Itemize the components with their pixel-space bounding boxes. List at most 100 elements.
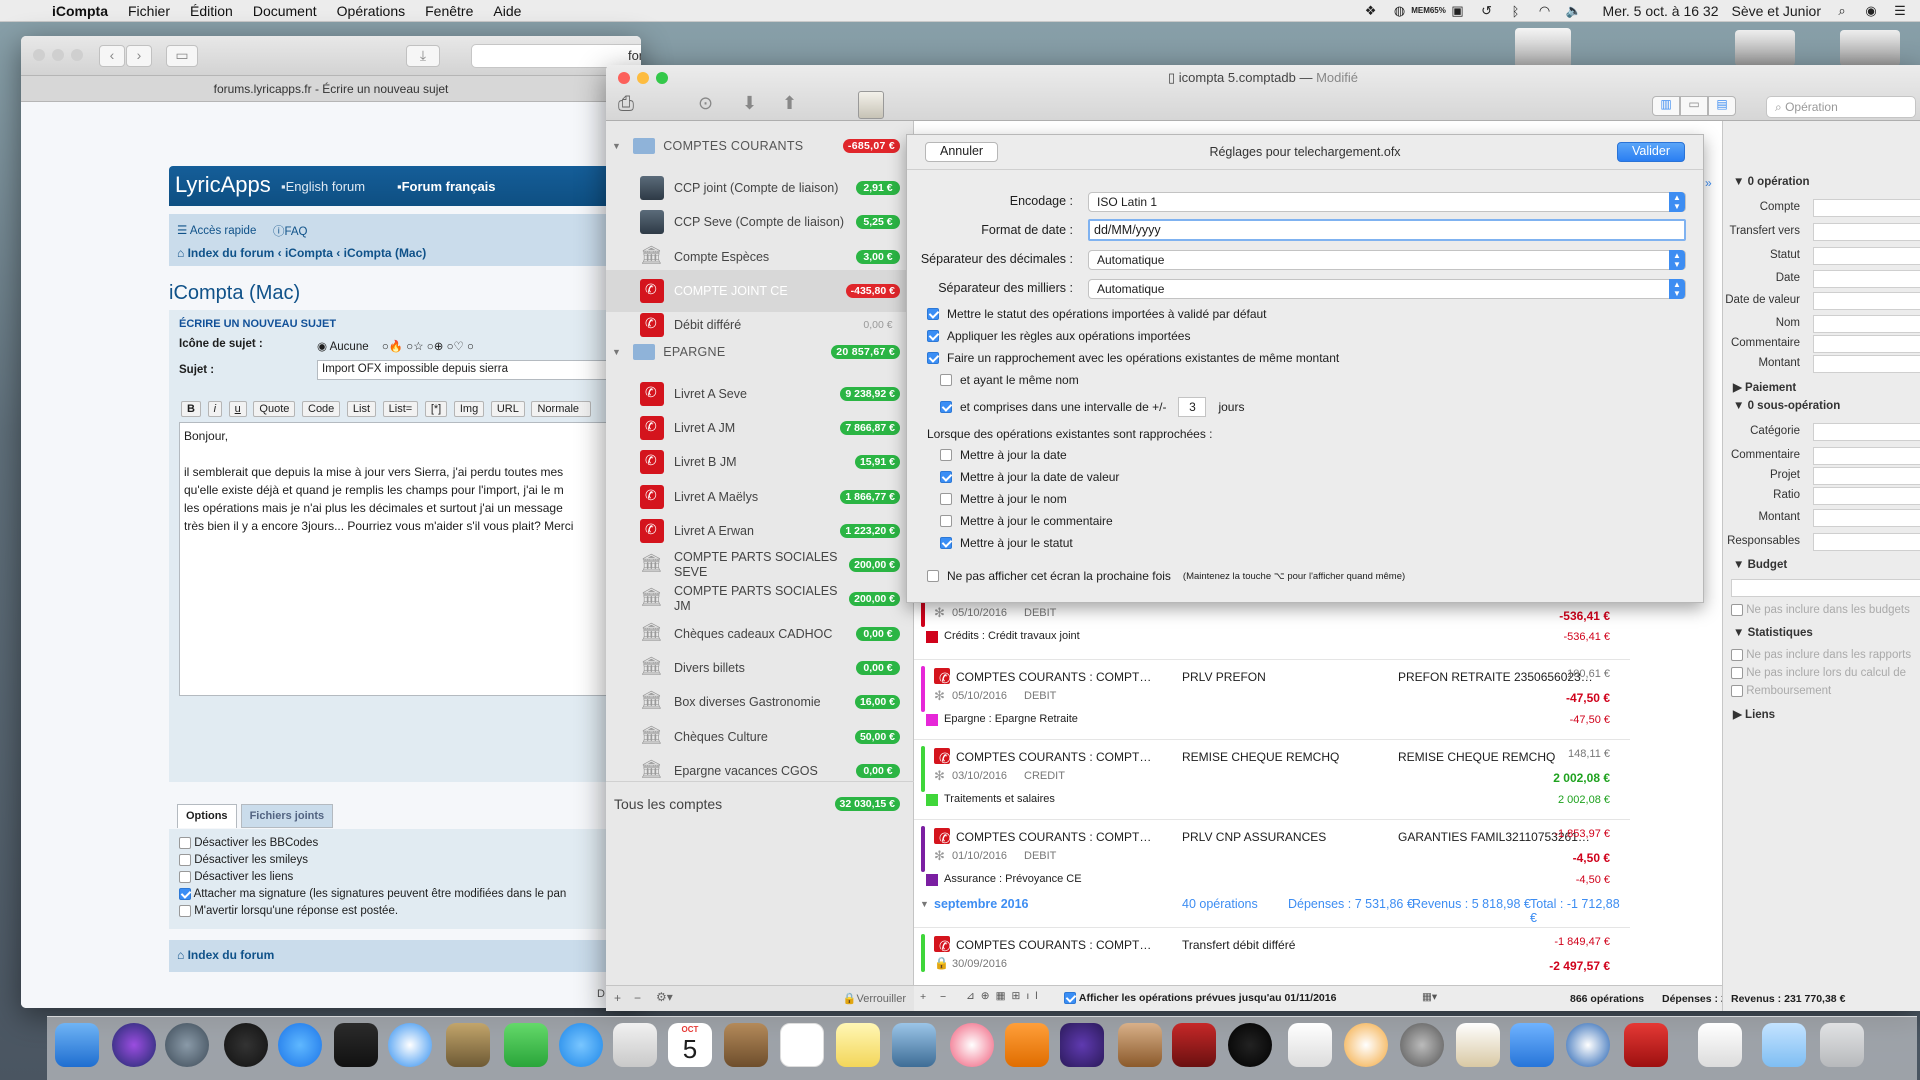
modified-label[interactable]: Modifié <box>1316 70 1358 85</box>
check-update-status[interactable]: Mettre à jour le statut <box>940 536 1073 550</box>
add-account-icon[interactable]: + <box>614 991 621 1005</box>
acrobat-icon[interactable] <box>1624 1023 1668 1067</box>
payment-section-header[interactable]: ▶ Paiement <box>1733 380 1796 394</box>
check-update-name[interactable]: Mettre à jour le nom <box>940 492 1067 506</box>
radio-fire-icon[interactable]: ○🔥 <box>382 341 403 353</box>
safari-icon[interactable] <box>388 1023 432 1067</box>
breadcrumb-icompta[interactable]: iCompta <box>285 246 333 260</box>
menu-edition[interactable]: Édition <box>190 3 233 19</box>
check-reconcile[interactable]: Faire un rapprochement avec les opératio… <box>927 351 1339 365</box>
ibooks-icon[interactable] <box>1005 1023 1049 1067</box>
app-store-icon[interactable] <box>278 1023 322 1067</box>
option-checkbox[interactable] <box>179 871 191 883</box>
menu-document[interactable]: Document <box>253 3 317 19</box>
option-smileys[interactable]: Désactiver les smileys <box>179 854 639 866</box>
italic-button[interactable]: i <box>207 401 223 417</box>
print-icon[interactable]: ⎙ <box>618 93 634 116</box>
stats-section-header[interactable]: ▼ Statistiques <box>1733 627 1813 639</box>
wifi-icon[interactable]: ◠ <box>1537 3 1553 18</box>
itunes-icon[interactable] <box>950 1023 994 1067</box>
checkbox[interactable] <box>927 570 939 582</box>
keynote-icon[interactable] <box>1510 1023 1554 1067</box>
font-size-select[interactable]: Normale <box>531 401 592 417</box>
time-machine-icon[interactable]: ↺ <box>1479 3 1495 18</box>
minimize-button[interactable] <box>52 49 64 61</box>
messages-icon[interactable] <box>559 1023 603 1067</box>
option-notify[interactable]: M'avertir lorsqu'une réponse est postée. <box>179 905 639 917</box>
links-section-header[interactable]: ▶ Liens <box>1733 707 1775 721</box>
img-button[interactable]: Img <box>453 401 485 417</box>
tab-options[interactable]: Options <box>177 804 237 828</box>
field-transfert[interactable] <box>1813 223 1920 241</box>
remove-transaction-icon[interactable]: − <box>940 991 946 1003</box>
subfield-ratio[interactable] <box>1813 487 1920 505</box>
mail-icon[interactable] <box>613 1023 657 1067</box>
view-tools-icons[interactable]: ⊿⊕▦⊞ıl <box>966 990 1044 1002</box>
finder-icon[interactable] <box>55 1023 99 1067</box>
subfield-commentaire[interactable] <box>1813 447 1920 465</box>
transaction-row[interactable]: COMPTES COURANTS : COMPTE… PRLV CNP ASSU… <box>914 819 1630 889</box>
ordered-list-button[interactable]: List= <box>382 401 419 417</box>
english-forum-link[interactable]: ▪English forum <box>281 179 365 194</box>
budget-option[interactable]: Ne pas inclure dans les budgets <box>1731 604 1920 616</box>
stats-checkbox[interactable] <box>1731 667 1743 679</box>
breadcrumb-icompta-mac[interactable]: iCompta (Mac) <box>344 246 427 260</box>
thousand-separator-select[interactable]: Automatique ▲ ▼ <box>1088 279 1686 299</box>
stats-option[interactable]: Ne pas inclure dans les rapports <box>1731 649 1920 661</box>
option-bbcode[interactable]: Désactiver les BBCodes <box>179 837 639 849</box>
disclosure-triangle-icon[interactable]: ▼ <box>920 899 929 909</box>
disclosure-triangle-icon[interactable]: ▼ <box>612 347 621 357</box>
quote-button[interactable]: Quote <box>253 401 296 417</box>
preview-icon[interactable] <box>446 1023 490 1067</box>
forum-title[interactable]: iCompta (Mac) <box>169 282 300 305</box>
check-same-name[interactable]: et ayant le même nom <box>940 373 1079 387</box>
radio-heart-icon[interactable]: ○♡ <box>447 341 464 353</box>
month-header[interactable]: ▼ septembre 2016 40 opérations Dépenses … <box>914 897 1630 925</box>
option-signature[interactable]: Attacher ma signature (les signatures pe… <box>179 888 639 900</box>
check-validate-status[interactable]: Mettre le statut des opérations importée… <box>927 307 1267 321</box>
breadcrumb-index[interactable]: Index du forum <box>188 246 275 260</box>
disclosure-triangle-icon[interactable]: ▼ <box>612 141 621 151</box>
menu-fichier[interactable]: Fichier <box>128 3 170 19</box>
subfield-projet[interactable] <box>1813 467 1920 485</box>
underline-button[interactable]: u <box>228 401 247 417</box>
facetime-icon[interactable] <box>504 1023 548 1067</box>
desktop-icon-1[interactable] <box>1515 28 1571 68</box>
field-commentaire[interactable] <box>1813 335 1920 353</box>
back-button[interactable]: ‹ <box>99 45 125 67</box>
transaction-row[interactable]: COMPTES COURANTS : COMPTE… Transfert déb… <box>914 927 1630 973</box>
expand-inspector-icon[interactable]: » <box>1705 176 1712 190</box>
document-icon[interactable] <box>1698 1023 1742 1067</box>
checkbox[interactable] <box>940 374 952 386</box>
checkbox[interactable] <box>940 515 952 527</box>
code-button[interactable]: Code <box>302 401 341 417</box>
quick-access-link[interactable]: ☰ Accès rapide <box>177 223 256 237</box>
all-accounts-row[interactable]: Tous les comptes 32 030,15 € <box>606 781 914 825</box>
menu-operations[interactable]: Opérations <box>337 3 405 19</box>
lyricapps-logo[interactable]: LyricApps <box>175 172 271 198</box>
memory-status[interactable]: MEM 65% <box>1411 4 1446 18</box>
check-interval[interactable]: et comprises dans une intervalle de +/- … <box>940 397 1244 417</box>
footer-index-link[interactable]: Index du forum <box>188 948 275 962</box>
field-date[interactable] <box>1813 270 1920 288</box>
search-field[interactable]: ⌕ Opération <box>1766 96 1916 118</box>
icompta-icon[interactable] <box>1566 1023 1610 1067</box>
subfield-categorie[interactable] <box>1813 423 1920 441</box>
gear-icon[interactable]: ⚙▾ <box>656 990 673 1004</box>
budget-section-header[interactable]: ▼ Budget <box>1733 559 1787 571</box>
interval-days-input[interactable]: 3 <box>1178 397 1207 417</box>
imovie-icon[interactable] <box>1060 1023 1104 1067</box>
menu-fenetre[interactable]: Fenêtre <box>425 3 473 19</box>
launchpad-icon[interactable] <box>165 1023 209 1067</box>
budget-checkbox[interactable] <box>1731 604 1743 616</box>
list-button[interactable]: List <box>346 401 377 417</box>
op-section-header[interactable]: ▼ 0 opération <box>1733 176 1810 188</box>
stats-checkbox[interactable] <box>1731 685 1743 697</box>
zoom-button[interactable] <box>71 49 83 61</box>
date-format-input[interactable]: dd/MM/yyyy <box>1088 219 1686 241</box>
dropbox-icon[interactable]: ❖ <box>1363 3 1379 18</box>
planned-checkbox[interactable] <box>1064 992 1076 1005</box>
field-montant[interactable] <box>1813 355 1920 373</box>
volume-icon[interactable]: 🔈 <box>1565 3 1581 18</box>
radio-none-icon[interactable]: ◉ <box>317 341 327 353</box>
